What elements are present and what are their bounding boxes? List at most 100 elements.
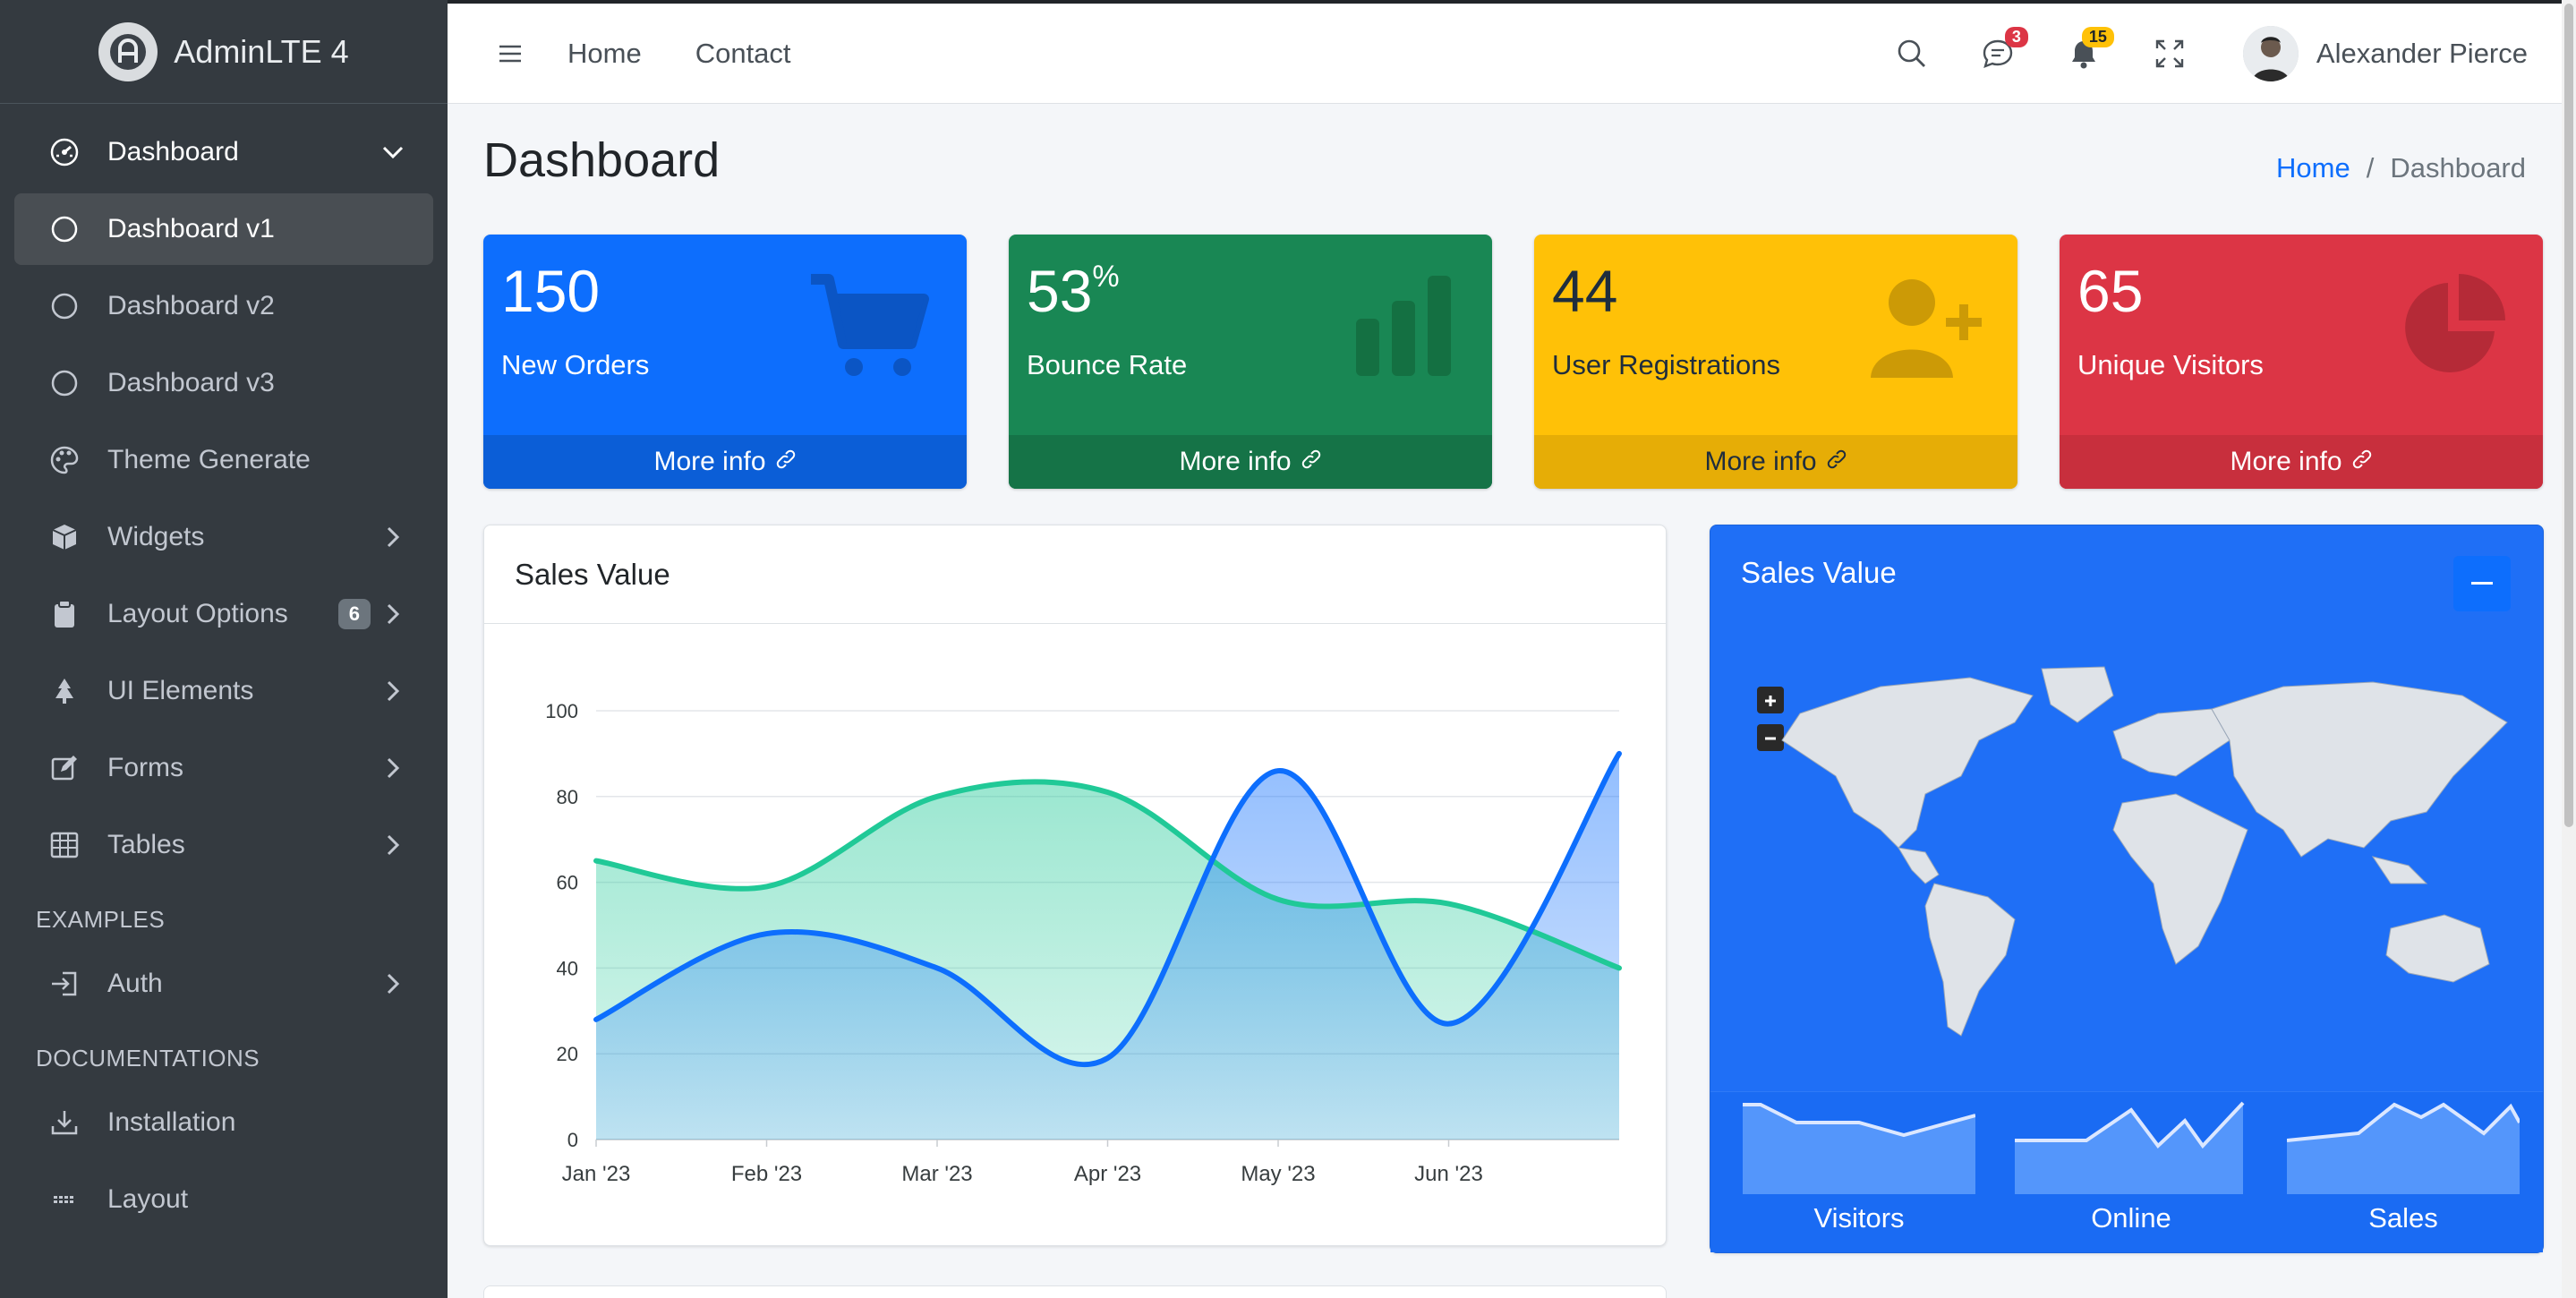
more-info-link[interactable]: More info [2060,435,2543,489]
bell-icon[interactable]: 15 [2062,26,2114,75]
sparkline-sales: Sales [2286,1101,2521,1234]
link-icon [1826,447,1847,477]
sparkline-visitors: Visitors [1743,1101,1976,1234]
y-tick-label: 0 [567,1129,578,1151]
messages-icon[interactable]: 3 [1976,26,2028,75]
nav-link-home[interactable]: Home [567,38,642,70]
visitors-sparkline-chart [1743,1103,1976,1194]
sparkline-online: Online [2015,1101,2248,1234]
map-sparklines: Visitors Online Sales [1710,1091,2543,1252]
chevron-right-icon [380,970,406,997]
sidebar-item-dashboard[interactable]: Dashboard [14,116,433,188]
link-icon [2351,447,2373,477]
sidebar-item-widgets[interactable]: Widgets [14,501,433,573]
nav-link-contact[interactable]: Contact [695,38,791,70]
box-icon [48,521,81,553]
sidebar-item-label: Layout [107,1184,189,1214]
y-tick-label: 100 [545,700,578,722]
breadcrumb-current: Dashboard [2390,152,2526,184]
table-icon [48,829,81,861]
user-name: Alexander Pierce [2316,37,2528,69]
sparkline-label: Visitors [1813,1202,1905,1234]
more-info-link[interactable]: More info [483,435,967,489]
sidebar-item-layout-options[interactable]: Layout Options 6 [14,578,433,650]
small-box-new-orders: 150 New Orders More info [483,235,967,489]
more-info-label: More info [653,447,766,476]
sidebar-item-theme-generate[interactable]: Theme Generate [14,424,433,496]
x-tick-label: Apr '23 [1074,1162,1141,1186]
sidebar-item-label: Forms [107,753,183,782]
card-title: Sales Value [1741,556,1897,589]
sidebar-item-tables[interactable]: Tables [14,809,433,881]
user-avatar [2242,25,2299,81]
download-icon [48,1106,81,1139]
link-icon [775,447,797,477]
sales-chart-card: Sales Value 0 20 40 60 80 100 Jan '23 Feb '23 Ma… [483,525,1667,1246]
sidebar-item-label: Layout Options [107,599,288,628]
sidebar-item-forms[interactable]: Forms [14,732,433,804]
brand-logo-icon [98,21,158,81]
chevron-right-icon [380,755,406,781]
scrollbar-thumb[interactable] [2564,4,2573,827]
sidebar-item-label: Tables [107,830,185,859]
search-icon[interactable] [1890,32,1933,75]
pie-chart-icon [2401,272,2509,384]
sidebar-item-ui-elements[interactable]: UI Elements [14,655,433,727]
sales-sparkline-chart [2286,1102,2521,1194]
fullscreen-icon[interactable] [2148,32,2191,75]
x-tick-label: Mar '23 [901,1162,972,1186]
world-map-card: Sales Value Visitors Online Sales [1710,525,2544,1253]
breadcrumb-home-link[interactable]: Home [2276,152,2350,184]
next-card [483,1285,1667,1298]
sidebar-item-label: UI Elements [107,676,254,705]
x-tick-label: Feb '23 [731,1162,802,1186]
user-menu[interactable]: Alexander Pierce [2242,25,2528,81]
box-value-suffix: % [1092,260,1120,294]
small-box-bounce-rate: 53% Bounce Rate More info [1009,235,1492,489]
sidebar-item-dashboard-v3[interactable]: Dashboard v3 [14,347,433,419]
sidebar-item-layout[interactable]: Layout [14,1164,433,1235]
x-tick-label: Jan '23 [562,1162,631,1186]
world-map[interactable] [1746,660,2516,1045]
page-title: Dashboard [483,133,721,187]
more-info-label: More info [2230,447,2342,476]
x-tick-label: May '23 [1241,1162,1315,1186]
sparkline-label: Sales [2368,1202,2438,1234]
pencil-square-icon [48,752,81,784]
grip-icon [48,1183,81,1216]
online-sparkline-chart [2015,1101,2245,1194]
minus-icon [2471,576,2493,592]
sidebar-item-label: Auth [107,969,163,998]
brand-link[interactable]: AdminLTE 4 [0,0,448,104]
speedometer-icon [48,136,81,168]
sidebar-item-label: Theme Generate [107,445,311,474]
breadcrumb: Home / Dashboard [2276,152,2526,184]
y-tick-label: 60 [557,872,578,894]
sidebar-toggle-icon[interactable] [492,36,528,72]
small-box-unique-visitors: 65 Unique Visitors More info [2060,235,2543,489]
link-icon [1301,447,1322,477]
y-tick-label: 80 [557,786,578,808]
sidebar-item-label: Installation [107,1107,236,1137]
sidebar-item-auth[interactable]: Auth [14,948,433,1020]
nav-header-examples: EXAMPLES [36,906,166,933]
more-info-link[interactable]: More info [1009,435,1492,489]
sidebar-item-installation[interactable]: Installation [14,1087,433,1158]
more-info-link[interactable]: More info [1534,435,2017,489]
sidebar-item-dashboard-v2[interactable]: Dashboard v2 [14,270,433,342]
card-title: Sales Value [484,525,1666,624]
sidebar-item-dashboard-v1[interactable]: Dashboard v1 [14,193,433,265]
palette-icon [48,444,81,476]
more-info-label: More info [1179,447,1292,476]
chevron-right-icon [380,678,406,705]
page-scrollbar[interactable] [2562,0,2576,1298]
y-tick-label: 20 [557,1043,578,1065]
sidebar-nav: Dashboard Dashboard v1 Dashboard v2 Dash… [0,104,448,1253]
circle-icon [48,213,81,245]
sidebar-item-label: Dashboard [107,137,239,167]
collapse-button[interactable] [2453,556,2511,611]
sidebar-item-label: Dashboard v3 [107,368,275,397]
x-tick-label: Jun '23 [1414,1162,1483,1186]
sidebar-item-label: Dashboard v1 [107,214,275,243]
messages-badge: 3 [2004,26,2028,47]
